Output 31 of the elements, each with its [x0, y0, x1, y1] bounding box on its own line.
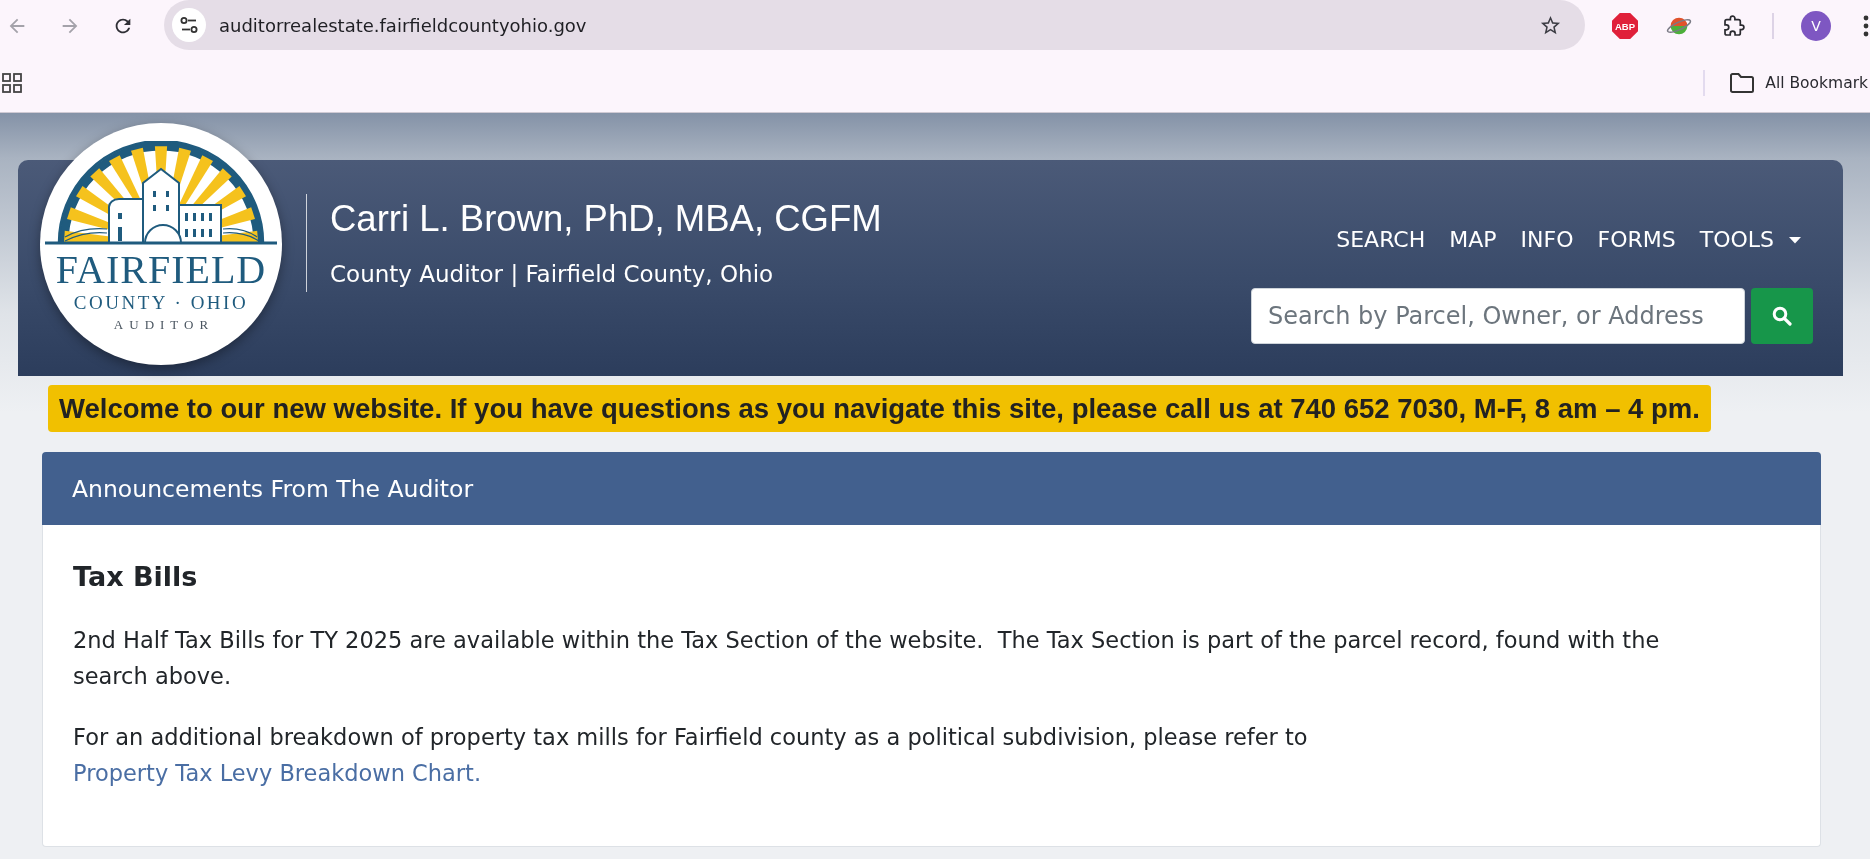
nav-link[interactable]: INFO: [1508, 225, 1586, 255]
profile-avatar[interactable]: V: [1801, 11, 1831, 41]
logo-caption: AUDITOR: [112, 317, 215, 333]
address-bar[interactable]: auditorrealestate.fairfieldcountyohio.gov: [164, 0, 1585, 50]
paragraph: 2nd Half Tax Bills for TY 2025 are available within the Tax Section of the website. The Tax Section is part of the parcel record, found with the search above.: [73, 626, 1661, 691]
more-menu-icon[interactable]: [1863, 15, 1869, 37]
nav-link[interactable]: MAP: [1437, 225, 1509, 255]
apps-grid-icon[interactable]: [2, 73, 22, 93]
site-subtitle: County Auditor | Fairfield County, Ohio: [330, 260, 774, 288]
search-button[interactable]: [1751, 288, 1813, 344]
nav-link[interactable]: TOOLS: [1687, 225, 1813, 255]
welcome-notice: Welcome to our new website. If you have questions as you navigate this site, please call us at 740 652 7030, M-F, 8 am – 4 pm.: [48, 385, 1711, 432]
folder-icon: [1729, 72, 1756, 94]
url-text: auditorrealestate.fairfieldcountyohio.gov: [219, 14, 587, 36]
nav-link[interactable]: SEARCH: [1324, 225, 1438, 255]
nav-link[interactable]: FORMS: [1585, 225, 1688, 255]
search-field[interactable]: Search by Parcel, Owner, or Address: [1251, 288, 1745, 344]
card-header: Announcements From The Auditor: [42, 452, 1821, 525]
logo-wordmark: FAIRFIELD: [55, 252, 267, 288]
levy-chart-link[interactable]: Property Tax Levy Breakdown Chart.: [73, 760, 482, 786]
all-bookmarks-button[interactable]: All Bookmark: [1729, 72, 1868, 94]
puzzle-icon[interactable]: [1722, 14, 1746, 38]
search-icon: [1772, 306, 1792, 326]
post-title: Tax Bills: [73, 560, 199, 594]
sliders-icon[interactable]: [172, 8, 206, 42]
paragraph: For an additional breakdown of property tax mills for Fairfield county as a political subdivision, please refer to Property Tax Levy Breakdown Chart.: [73, 723, 1309, 788]
star-icon[interactable]: [1539, 13, 1562, 37]
adblock-extension-button[interactable]: ABP: [1612, 13, 1638, 39]
logo-subtitle: COUNTY · OHIO: [73, 292, 249, 314]
site-title: Carri L. Brown, PhD, MBA, CGFM: [330, 198, 882, 240]
logo-seal[interactable]: FAIRFIELD COUNTY · OHIO AUDITOR: [40, 123, 282, 365]
